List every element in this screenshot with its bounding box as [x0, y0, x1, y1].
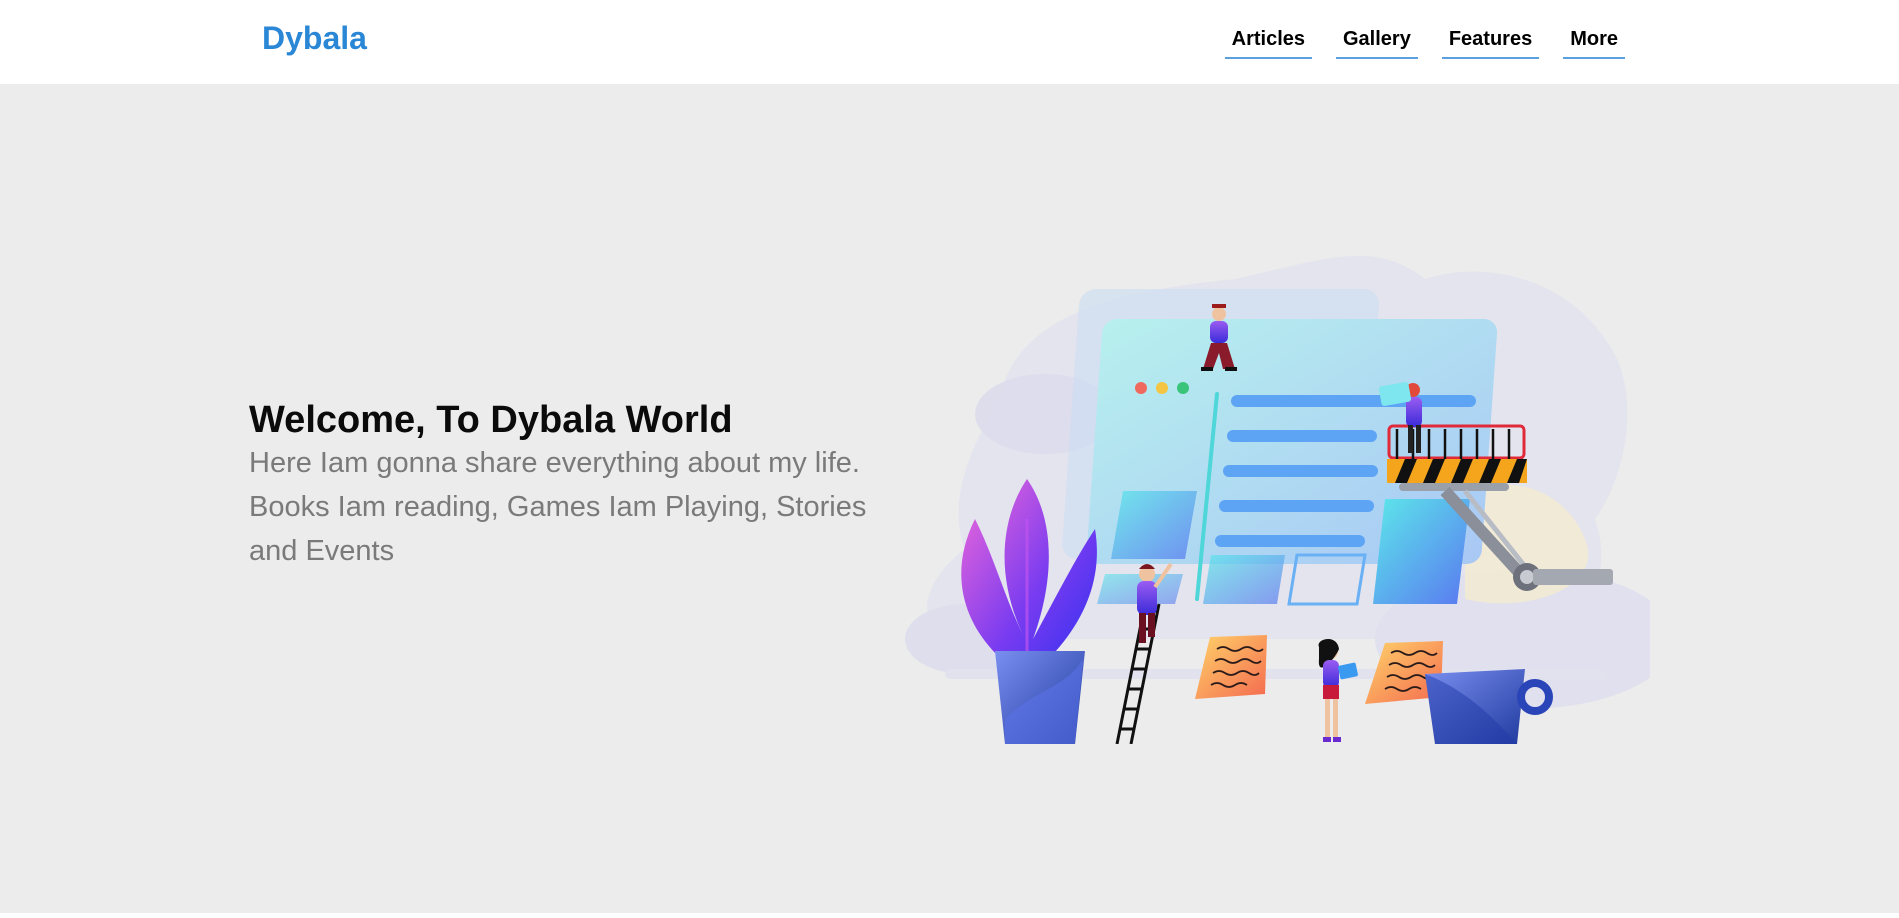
nav-item-more: More	[1563, 26, 1625, 59]
nav-link-features[interactable]: Features	[1441, 26, 1540, 59]
nav-item-gallery: Gallery	[1336, 26, 1418, 59]
hero-title: Welcome, To Dybala World	[249, 399, 733, 441]
hero-description: Here Iam gonna share everything about my…	[249, 447, 867, 567]
hero-section: Welcome, To Dybala World Here Iam gonna …	[0, 84, 1899, 913]
nav-item-features: Features	[1441, 26, 1540, 59]
nav-link-more[interactable]: More	[1563, 26, 1625, 59]
nav-link-articles[interactable]: Articles	[1224, 26, 1312, 59]
nav-link-gallery[interactable]: Gallery	[1336, 26, 1418, 59]
navbar: Dybala Articles Gallery Features More	[0, 0, 1899, 84]
website-construction-illustration	[905, 255, 1650, 744]
window-dot-red	[1135, 382, 1147, 394]
brand-logo-link[interactable]: Dybala	[262, 20, 367, 57]
nav-menu: Articles Gallery Features More	[1224, 26, 1625, 59]
nav-item-articles: Articles	[1224, 26, 1312, 59]
